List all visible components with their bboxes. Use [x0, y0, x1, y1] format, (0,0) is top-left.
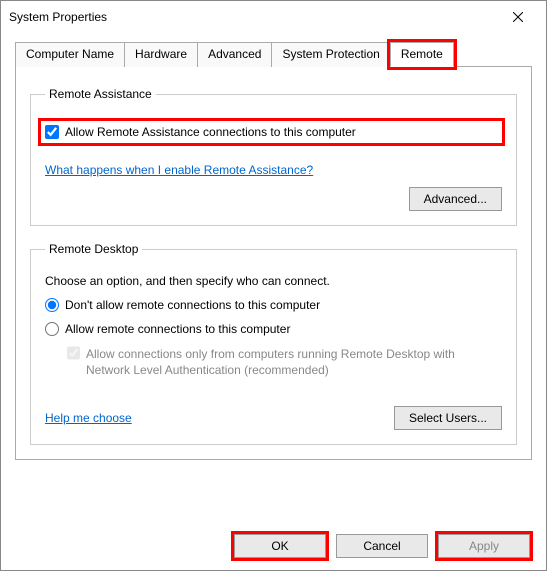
allow-remote-label: Allow remote connections to this compute…: [65, 322, 290, 336]
help-me-choose-link[interactable]: Help me choose: [45, 411, 132, 425]
tab-strip: Computer Name Hardware Advanced System P…: [15, 41, 532, 67]
remote-desktop-legend: Remote Desktop: [45, 242, 142, 256]
dialog-button-row: OK Cancel Apply: [234, 534, 530, 558]
allow-remote-assistance-checkbox[interactable]: [45, 125, 59, 139]
nla-row: Allow connections only from computers ru…: [67, 346, 502, 378]
allow-remote-radio[interactable]: [45, 322, 59, 336]
nla-label: Allow connections only from computers ru…: [86, 346, 502, 378]
select-users-button[interactable]: Select Users...: [394, 406, 502, 430]
deny-remote-radio[interactable]: [45, 298, 59, 312]
close-button[interactable]: [498, 3, 538, 31]
apply-button[interactable]: Apply: [438, 534, 530, 558]
tab-remote[interactable]: Remote: [390, 42, 454, 67]
remote-assistance-help-link[interactable]: What happens when I enable Remote Assist…: [45, 163, 313, 177]
tab-computer-name[interactable]: Computer Name: [15, 42, 125, 67]
cancel-button[interactable]: Cancel: [336, 534, 428, 558]
remote-tab-panel: Remote Assistance Allow Remote Assistanc…: [15, 67, 532, 460]
ok-button[interactable]: OK: [234, 534, 326, 558]
deny-remote-row[interactable]: Don't allow remote connections to this c…: [45, 298, 502, 312]
titlebar: System Properties: [1, 1, 546, 33]
window-title: System Properties: [9, 10, 498, 24]
remote-assistance-group: Remote Assistance Allow Remote Assistanc…: [30, 87, 517, 226]
allow-remote-assistance-label: Allow Remote Assistance connections to t…: [65, 125, 356, 139]
tab-system-protection[interactable]: System Protection: [271, 42, 390, 67]
allow-remote-row[interactable]: Allow remote connections to this compute…: [45, 322, 502, 336]
remote-desktop-group: Remote Desktop Choose an option, and the…: [30, 242, 517, 445]
close-icon: [513, 12, 523, 22]
tab-advanced[interactable]: Advanced: [197, 42, 272, 67]
tab-hardware[interactable]: Hardware: [124, 42, 198, 67]
deny-remote-label: Don't allow remote connections to this c…: [65, 298, 320, 312]
nla-checkbox: [67, 346, 80, 360]
remote-desktop-instruction: Choose an option, and then specify who c…: [45, 274, 502, 288]
system-properties-window: System Properties Computer Name Hardware…: [0, 0, 547, 571]
remote-assistance-legend: Remote Assistance: [45, 87, 156, 101]
advanced-button[interactable]: Advanced...: [409, 187, 502, 211]
allow-remote-assistance-row[interactable]: Allow Remote Assistance connections to t…: [41, 121, 502, 143]
dialog-content: Computer Name Hardware Advanced System P…: [1, 33, 546, 512]
